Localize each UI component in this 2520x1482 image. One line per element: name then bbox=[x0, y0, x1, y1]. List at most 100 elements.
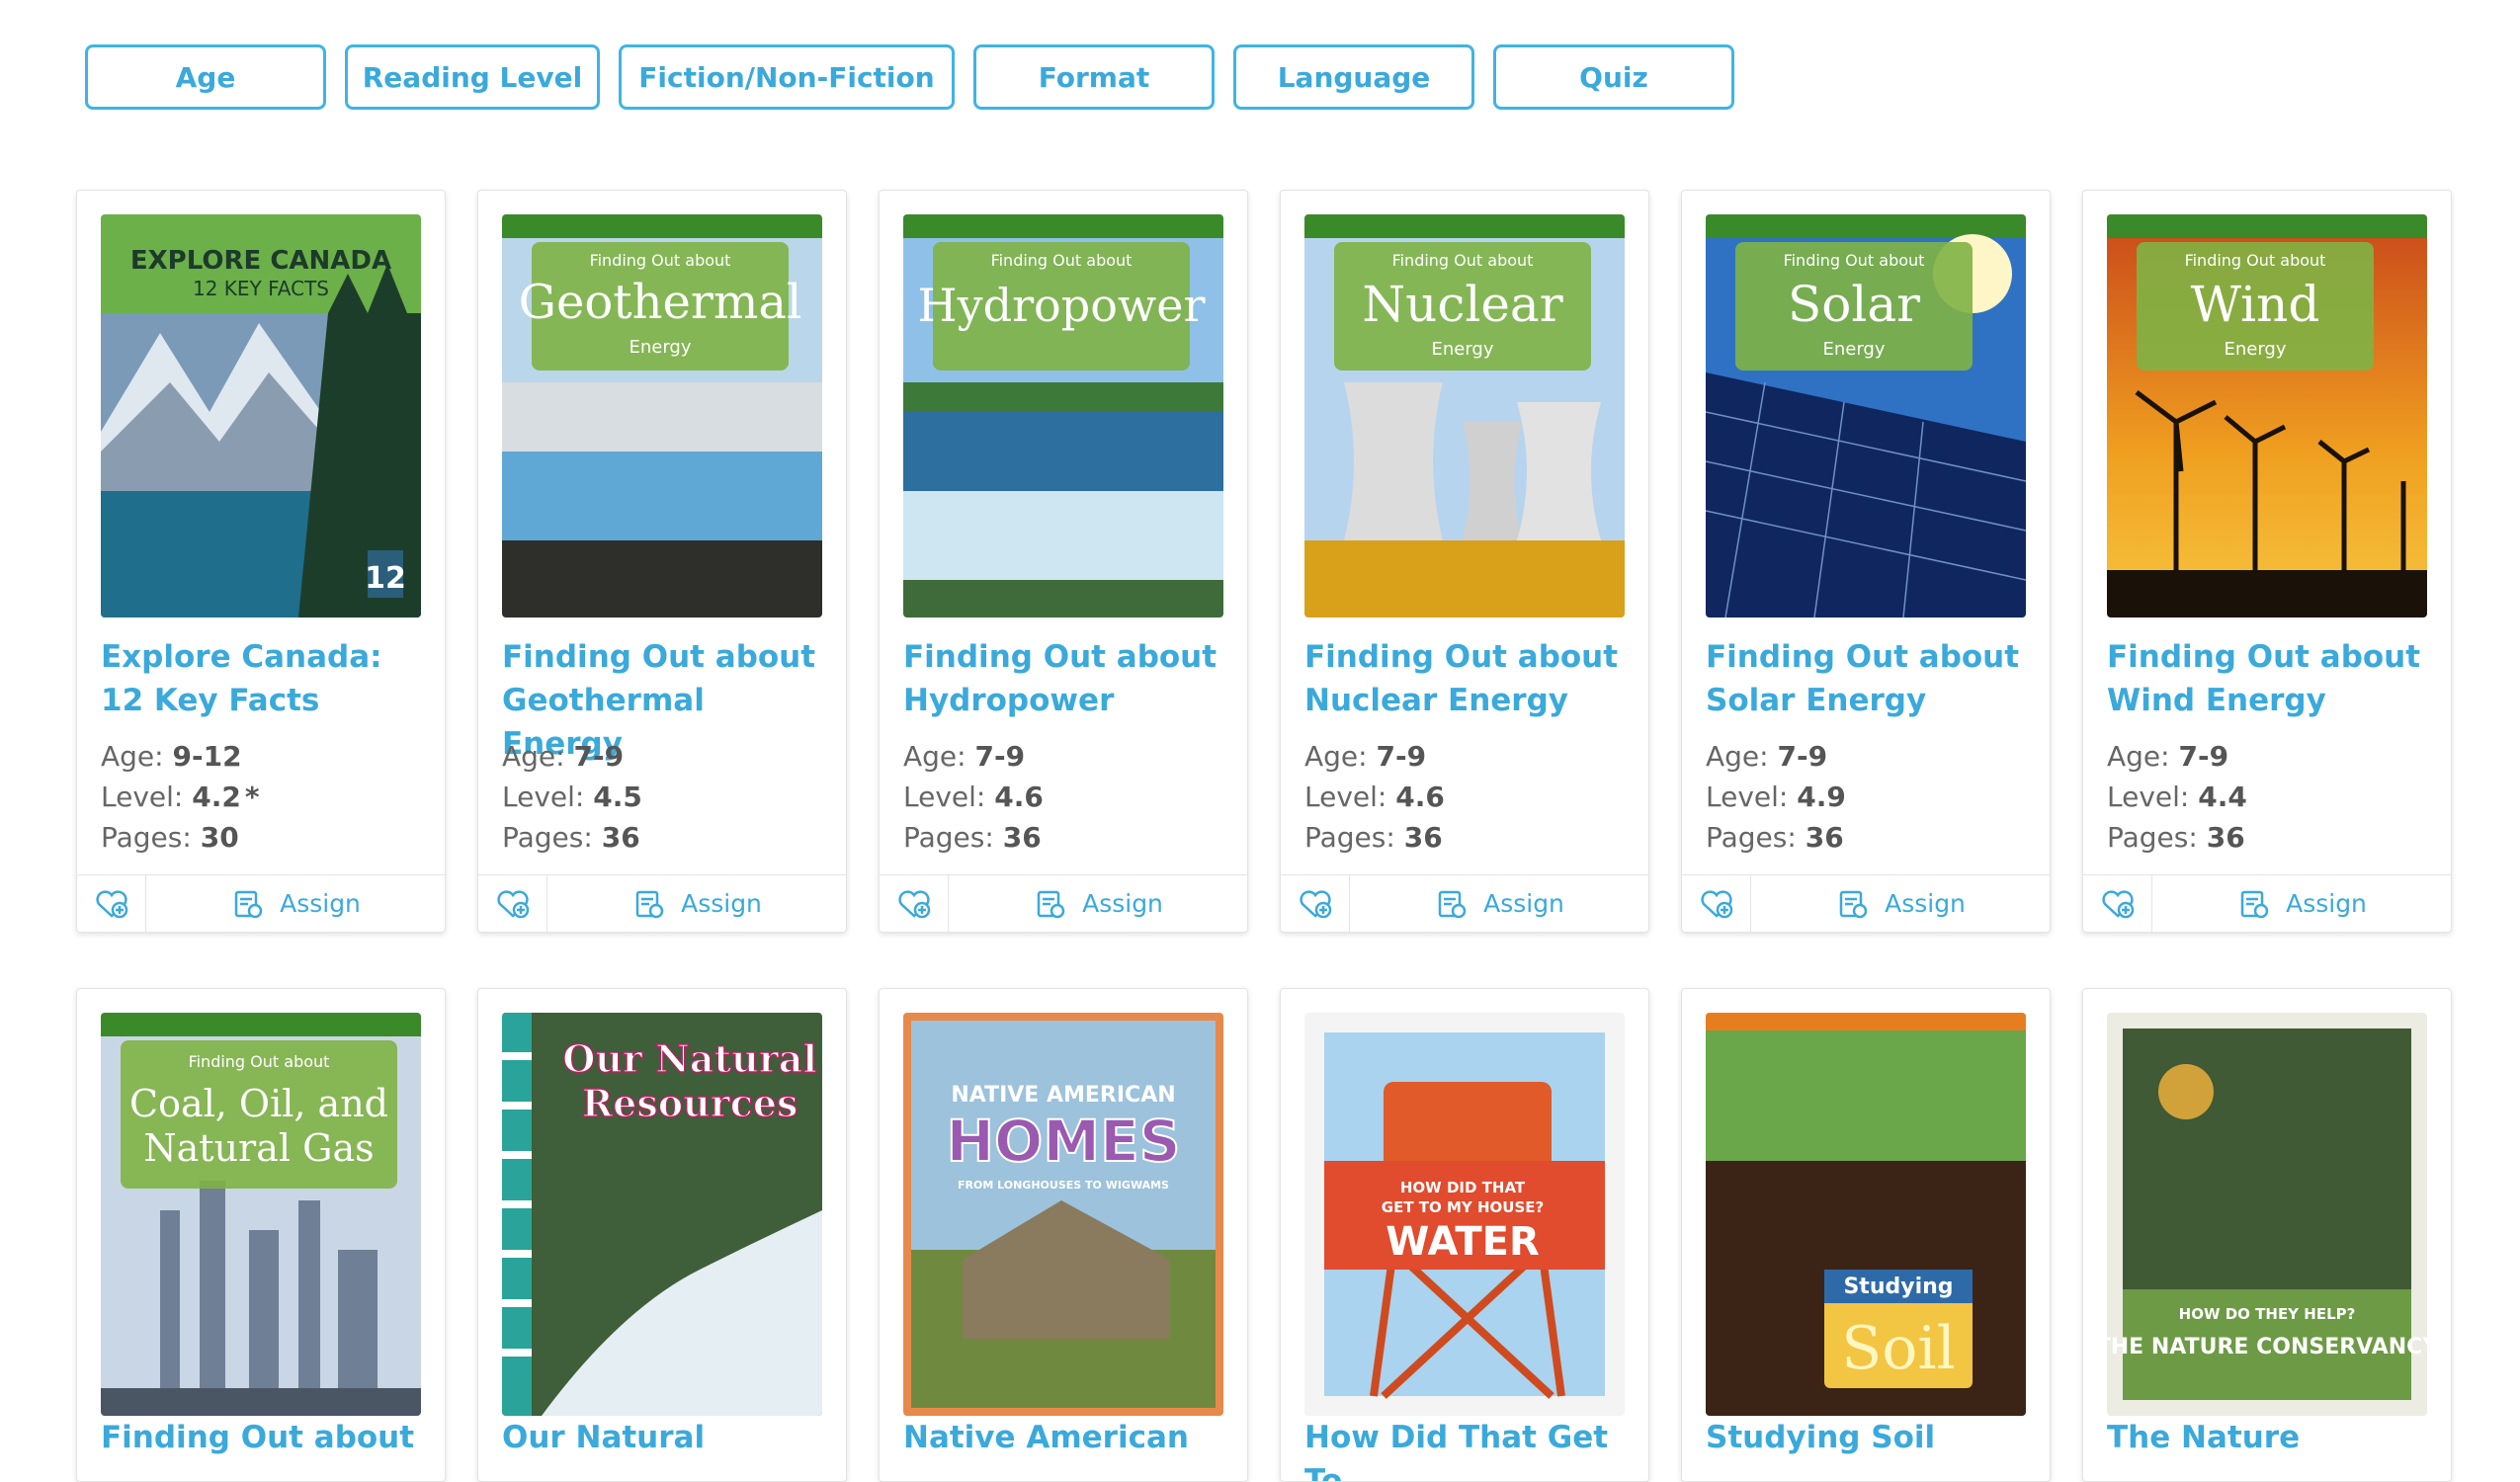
card-actions: Assign bbox=[880, 874, 1247, 932]
svg-text:Energy: Energy bbox=[2224, 339, 2286, 360]
book-row: EXPLORE CANADA 12 KEY FACTS 12 Explore C… bbox=[76, 190, 2452, 933]
book-card[interactable]: Our Natural Resources Our Natural bbox=[477, 988, 847, 1482]
assign-button[interactable]: Assign bbox=[146, 875, 445, 932]
book-title[interactable]: Finding Out about Hydropower bbox=[903, 635, 1229, 722]
svg-text:EXPLORE CANADA: EXPLORE CANADA bbox=[130, 246, 391, 276]
filter-age-button[interactable]: Age bbox=[85, 44, 326, 110]
book-meta: Age: 7-9 Level: 4.6 Pages: 36 bbox=[903, 740, 1044, 854]
svg-text:Soil: Soil bbox=[1841, 1314, 1956, 1383]
book-title[interactable]: Finding Out about Solar Energy bbox=[1706, 635, 2032, 722]
assign-icon bbox=[1037, 890, 1065, 918]
svg-text:Energy: Energy bbox=[629, 337, 691, 358]
assign-icon bbox=[1438, 890, 1467, 918]
assign-label: Assign bbox=[1082, 889, 1163, 918]
book-cover[interactable]: Finding Out about Nuclear Energy bbox=[1304, 214, 1625, 618]
book-cover[interactable]: HOW DID THAT GET TO MY HOUSE? WATER bbox=[1304, 1013, 1625, 1416]
assign-label: Assign bbox=[2286, 889, 2367, 918]
svg-text:Energy: Energy bbox=[1822, 339, 1885, 360]
assign-icon bbox=[234, 890, 263, 918]
book-title[interactable]: Explore Canada: 12 Key Facts bbox=[101, 635, 427, 722]
svg-text:Resources: Resources bbox=[582, 1081, 798, 1125]
assign-button[interactable]: Assign bbox=[547, 875, 846, 932]
book-cover[interactable]: Our Natural Resources bbox=[502, 1013, 822, 1416]
filter-language-button[interactable]: Language bbox=[1233, 44, 1474, 110]
book-title[interactable]: Finding Out about Wind Energy bbox=[2107, 635, 2433, 722]
svg-text:Wind: Wind bbox=[2191, 276, 2320, 333]
card-actions: Assign bbox=[77, 874, 445, 932]
book-card[interactable]: Finding Out about Solar Energy Finding O… bbox=[1681, 190, 2051, 933]
book-cover[interactable]: HOW DO THEY HELP? THE NATURE CONSERVANCY bbox=[2107, 1013, 2427, 1416]
assign-button[interactable]: Assign bbox=[2152, 875, 2451, 932]
assign-label: Assign bbox=[1885, 889, 1966, 918]
assign-button[interactable]: Assign bbox=[949, 875, 1247, 932]
favorite-button[interactable] bbox=[2083, 875, 2152, 932]
card-actions: Assign bbox=[1682, 874, 2050, 932]
favorite-button[interactable] bbox=[1682, 875, 1751, 932]
book-cover[interactable]: NATIVE AMERICAN HOMES FROM LONGHOUSES TO… bbox=[903, 1013, 1223, 1416]
book-cover[interactable]: Finding Out about Hydropower bbox=[903, 214, 1223, 618]
book-cover[interactable]: EXPLORE CANADA 12 KEY FACTS 12 bbox=[101, 214, 421, 618]
book-card[interactable]: Finding Out about Hydropower Finding Out… bbox=[879, 190, 1248, 933]
book-card[interactable]: Finding Out about Wind Energy Finding Ou… bbox=[2082, 190, 2452, 933]
level-mark: * bbox=[244, 781, 260, 813]
book-title[interactable]: Native American bbox=[903, 1416, 1229, 1459]
book-card[interactable]: Finding Out about Coal, Oil, and Natural… bbox=[76, 988, 446, 1482]
book-cover[interactable]: Finding Out about Wind Energy bbox=[2107, 214, 2427, 618]
book-cover[interactable]: Finding Out about Geothermal Energy bbox=[502, 214, 822, 618]
book-card[interactable]: Studying Soil Studying Soil bbox=[1681, 988, 2051, 1482]
svg-text:Natural Gas: Natural Gas bbox=[143, 1126, 374, 1170]
svg-text:NATIVE AMERICAN: NATIVE AMERICAN bbox=[951, 1083, 1175, 1108]
book-card[interactable]: Finding Out about Nuclear Energy Finding… bbox=[1280, 190, 1649, 933]
svg-text:HOW DID THAT: HOW DID THAT bbox=[1400, 1179, 1526, 1196]
book-title[interactable]: How Did That Get To bbox=[1304, 1416, 1631, 1481]
book-title[interactable]: Studying Soil bbox=[1706, 1416, 2032, 1459]
card-actions: Assign bbox=[1281, 874, 1648, 932]
book-meta: Age: 9-12 Level: 4.2 * Pages: 30 bbox=[101, 740, 260, 854]
svg-text:GET TO MY HOUSE?: GET TO MY HOUSE? bbox=[1382, 1198, 1544, 1216]
assign-button[interactable]: Assign bbox=[1350, 875, 1648, 932]
assign-icon bbox=[1839, 890, 1868, 918]
svg-text:HOW DO THEY HELP?: HOW DO THEY HELP? bbox=[2179, 1305, 2356, 1323]
book-card[interactable]: EXPLORE CANADA 12 KEY FACTS 12 Explore C… bbox=[76, 190, 446, 933]
book-card[interactable]: Finding Out about Geothermal Energy Find… bbox=[477, 190, 847, 933]
assign-button[interactable]: Assign bbox=[1751, 875, 2050, 932]
svg-text:Geothermal: Geothermal bbox=[519, 275, 802, 330]
heart-plus-icon bbox=[496, 889, 529, 918]
book-title[interactable]: The Nature bbox=[2107, 1416, 2433, 1459]
book-cover[interactable]: Finding Out about Coal, Oil, and Natural… bbox=[101, 1013, 421, 1416]
svg-text:Finding Out about: Finding Out about bbox=[590, 251, 731, 270]
svg-text:HOMES: HOMES bbox=[947, 1108, 1181, 1175]
favorite-button[interactable] bbox=[880, 875, 949, 932]
favorite-button[interactable] bbox=[77, 875, 146, 932]
book-cover[interactable]: Finding Out about Solar Energy bbox=[1706, 214, 2026, 618]
svg-text:12: 12 bbox=[365, 561, 406, 596]
book-card[interactable]: NATIVE AMERICAN HOMES FROM LONGHOUSES TO… bbox=[879, 988, 1248, 1482]
svg-text:Energy: Energy bbox=[1431, 339, 1493, 360]
heart-plus-icon bbox=[897, 889, 930, 918]
favorite-button[interactable] bbox=[478, 875, 547, 932]
filter-reading-level-button[interactable]: Reading Level bbox=[345, 44, 600, 110]
book-title[interactable]: Our Natural bbox=[502, 1416, 828, 1459]
filter-format-button[interactable]: Format bbox=[973, 44, 1215, 110]
book-card[interactable]: HOW DO THEY HELP? THE NATURE CONSERVANCY… bbox=[2082, 988, 2452, 1482]
svg-text:WATER: WATER bbox=[1386, 1219, 1540, 1265]
svg-text:THE NATURE CONSERVANCY: THE NATURE CONSERVANCY bbox=[2107, 1335, 2427, 1359]
svg-text:12 KEY FACTS: 12 KEY FACTS bbox=[193, 277, 329, 300]
book-meta: Age: 7-9 Level: 4.5 Pages: 36 bbox=[502, 740, 642, 854]
heart-plus-icon bbox=[1700, 889, 1732, 918]
svg-text:Finding Out about: Finding Out about bbox=[1392, 251, 1534, 270]
book-title[interactable]: Finding Out about Nuclear Energy bbox=[1304, 635, 1631, 722]
favorite-button[interactable] bbox=[1281, 875, 1350, 932]
filter-quiz-button[interactable]: Quiz bbox=[1493, 44, 1734, 110]
svg-text:Solar: Solar bbox=[1788, 276, 1920, 333]
book-card[interactable]: HOW DID THAT GET TO MY HOUSE? WATER How … bbox=[1280, 988, 1649, 1482]
heart-plus-icon bbox=[95, 889, 127, 918]
book-title[interactable]: Finding Out about bbox=[101, 1416, 427, 1459]
book-cover[interactable]: Studying Soil bbox=[1706, 1013, 2026, 1416]
svg-text:Studying: Studying bbox=[1843, 1275, 1953, 1299]
svg-text:Coal, Oil, and: Coal, Oil, and bbox=[129, 1082, 388, 1125]
book-meta: Age: 7-9 Level: 4.9 Pages: 36 bbox=[1706, 740, 1846, 854]
svg-text:Finding Out about: Finding Out about bbox=[1784, 251, 1925, 270]
filter-fiction-nonfiction-button[interactable]: Fiction/Non-Fiction bbox=[619, 44, 955, 110]
book-row: Finding Out about Coal, Oil, and Natural… bbox=[76, 988, 2452, 1482]
